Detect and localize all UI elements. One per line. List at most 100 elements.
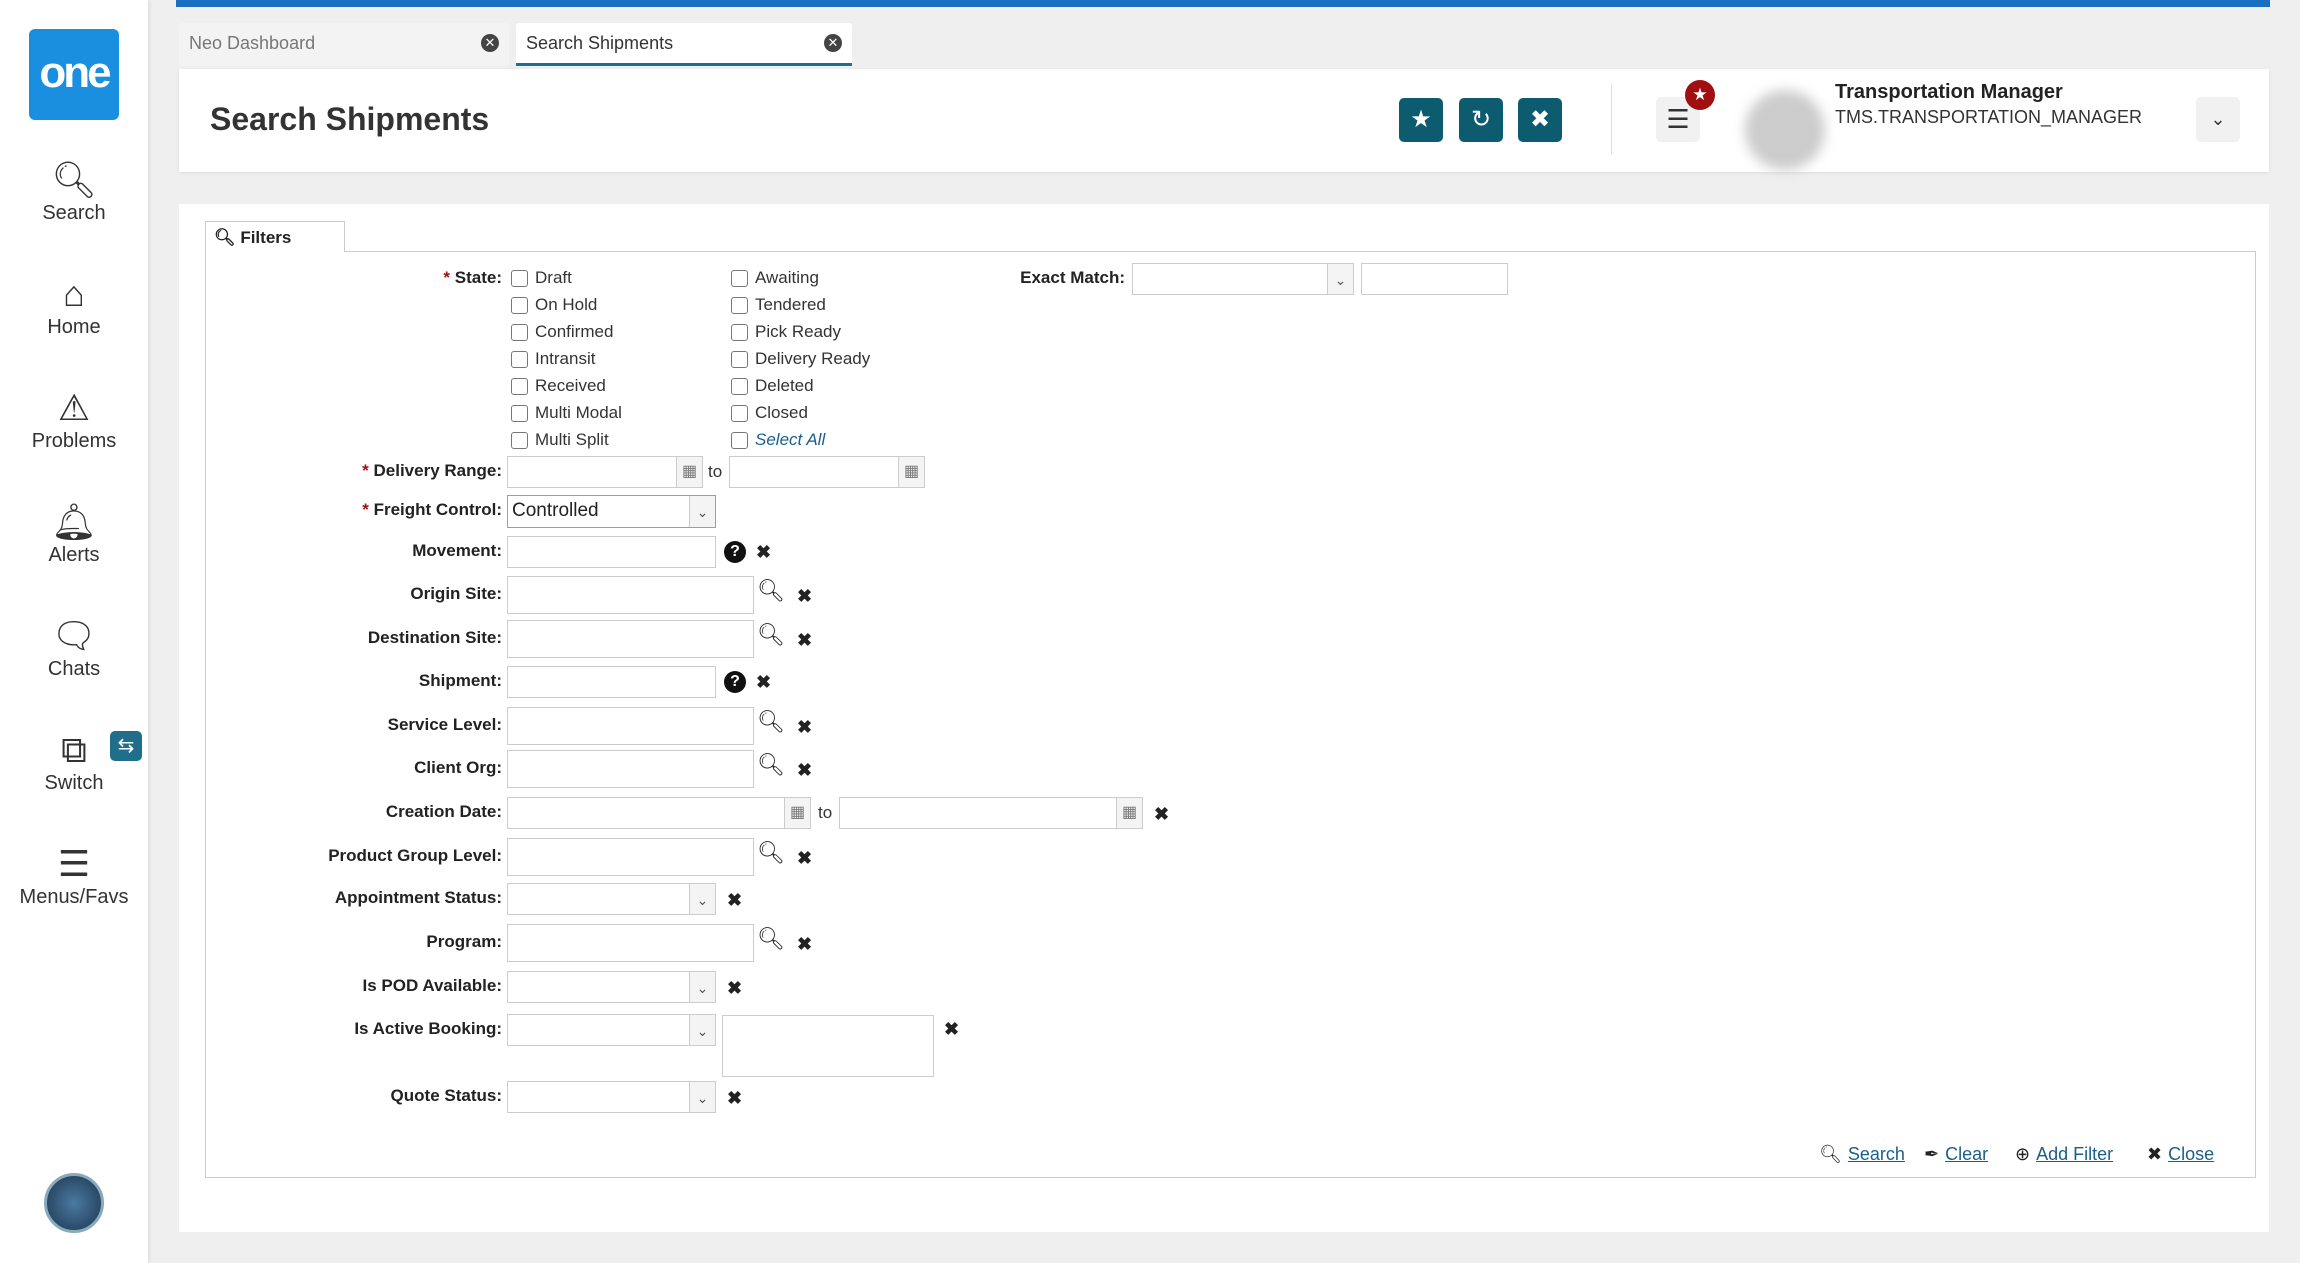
add-filter-link[interactable]: ⊕ Add Filter — [2015, 1144, 2113, 1165]
state-option-label: Intransit — [535, 349, 596, 368]
search-link[interactable]: 🔍︎ Search — [1819, 1144, 1905, 1165]
destination-site-input[interactable] — [507, 620, 754, 658]
state-option-label: Delivery Ready — [755, 349, 871, 368]
clear-link[interactable]: ✒ Clear — [1924, 1144, 1988, 1165]
lookup-magnifier-icon[interactable]: 🔍︎ — [757, 752, 785, 778]
product-group-level-input[interactable] — [507, 838, 754, 876]
clear-field-icon[interactable]: ✖ — [756, 542, 771, 563]
clear-field-icon[interactable]: ✖ — [797, 848, 812, 869]
page-title: Search Shipments — [210, 101, 490, 137]
clear-field-icon[interactable]: ✖ — [727, 890, 742, 911]
appointment-status-select[interactable]: ⌄ — [507, 883, 716, 915]
is-active-booking-select[interactable]: ⌄ — [507, 1014, 716, 1046]
close-icon: ✖ — [2147, 1144, 2163, 1164]
state-checkbox[interactable] — [511, 432, 528, 449]
clear-field-icon[interactable]: ✖ — [797, 586, 812, 607]
client-org-input[interactable] — [507, 750, 754, 788]
lookup-magnifier-icon[interactable]: 🔍︎ — [757, 578, 785, 604]
quote-status-label: Quote Status: — [390, 1086, 502, 1105]
tab-label: Search Shipments — [526, 33, 674, 53]
user-dropdown-button[interactable]: ⌄ — [2196, 97, 2240, 142]
chevron-down-icon: ⌄ — [689, 972, 715, 1002]
clear-field-icon[interactable]: ✖ — [727, 1088, 742, 1109]
switch-arrows-icon[interactable]: ⇆ — [110, 731, 142, 761]
sidebar-item-alerts[interactable]: 🔔︎ Alerts — [0, 500, 148, 567]
clear-field-icon[interactable]: ✖ — [944, 1019, 959, 1040]
shipment-input[interactable] — [507, 666, 716, 698]
calendar-icon[interactable]: ▦ — [898, 457, 924, 487]
lookup-magnifier-icon[interactable]: 🔍︎ — [757, 622, 785, 648]
sidebar-item-search[interactable]: 🔍︎ Search — [0, 158, 148, 225]
calendar-icon[interactable]: ▦ — [784, 798, 810, 828]
tab-search-shipments[interactable]: Search Shipments ✕ — [516, 23, 852, 66]
user-avatar[interactable] — [44, 1173, 104, 1233]
refresh-icon: ↻ — [1470, 106, 1492, 133]
sidebar-item-chats[interactable]: 🗨︎ Chats — [0, 614, 148, 681]
one-logo[interactable]: one — [29, 29, 119, 120]
exact-match-input[interactable] — [1361, 263, 1508, 295]
state-checkbox[interactable] — [511, 297, 528, 314]
state-checkbox[interactable] — [731, 378, 748, 395]
calendar-icon[interactable]: ▦ — [1116, 798, 1142, 828]
clear-field-icon[interactable]: ✖ — [797, 717, 812, 738]
exact-match-select[interactable]: ⌄ — [1132, 263, 1354, 295]
delivery-range-to-input[interactable]: ▦ — [729, 456, 925, 488]
lookup-magnifier-icon[interactable]: 🔍︎ — [757, 709, 785, 735]
favorite-button[interactable]: ★ — [1399, 98, 1443, 142]
creation-date-from-input[interactable]: ▦ — [507, 797, 811, 829]
calendar-icon[interactable]: ▦ — [676, 457, 702, 487]
sidebar-item-problems[interactable]: ⚠︎ Problems — [0, 386, 148, 453]
origin-site-input[interactable] — [507, 576, 754, 614]
movement-input[interactable] — [507, 536, 716, 568]
refresh-button[interactable]: ↻ — [1459, 98, 1503, 142]
favorites-badge-star-icon[interactable]: ★ — [1685, 80, 1715, 110]
state-option-label: Multi Split — [535, 430, 609, 449]
delivery-range-label: * Delivery Range: — [362, 461, 502, 480]
close-page-button[interactable]: ✖ — [1518, 98, 1562, 142]
is-pod-available-label: Is POD Available: — [362, 976, 502, 995]
search-icon: 🔍︎ — [214, 228, 236, 247]
state-option-label: On Hold — [535, 295, 598, 314]
state-checkbox[interactable] — [511, 270, 528, 287]
state-checkbox[interactable] — [731, 270, 748, 287]
sidebar-item-home[interactable]: ⌂ Home — [0, 272, 148, 339]
state-checkbox[interactable] — [731, 324, 748, 341]
creation-date-to-input[interactable]: ▦ — [839, 797, 1143, 829]
select-all-checkbox[interactable] — [731, 432, 748, 449]
help-icon[interactable]: ? — [724, 541, 746, 563]
freight-control-select[interactable]: Controlled ⌄ — [507, 495, 716, 528]
filters-tab[interactable]: 🔍︎ Filters — [205, 221, 345, 252]
lookup-magnifier-icon[interactable]: 🔍︎ — [757, 840, 785, 866]
sidebar-item-label: Switch — [44, 772, 104, 794]
lookup-magnifier-icon[interactable]: 🔍︎ — [757, 926, 785, 952]
help-icon[interactable]: ? — [724, 671, 746, 693]
quote-status-select[interactable]: ⌄ — [507, 1081, 716, 1113]
service-level-input[interactable] — [507, 707, 754, 745]
is-pod-available-select[interactable]: ⌄ — [507, 971, 716, 1003]
state-checkbox[interactable] — [731, 405, 748, 422]
state-checkbox[interactable] — [511, 405, 528, 422]
state-checkbox[interactable] — [731, 351, 748, 368]
delivery-range-from-input[interactable]: ▦ — [507, 456, 703, 488]
to-label: to — [708, 462, 723, 481]
state-checkbox[interactable] — [511, 324, 528, 341]
clear-field-icon[interactable]: ✖ — [797, 934, 812, 955]
state-checkbox[interactable] — [511, 378, 528, 395]
warning-icon: ⚠︎ — [57, 387, 91, 428]
sidebar-item-menus-favs[interactable]: ☰ Menus/Favs — [0, 842, 148, 909]
close-link[interactable]: ✖ Close — [2147, 1144, 2214, 1165]
is-active-booking-textarea[interactable] — [722, 1015, 934, 1077]
state-checkbox[interactable] — [731, 297, 748, 314]
program-input[interactable] — [507, 924, 754, 962]
clear-field-icon[interactable]: ✖ — [727, 978, 742, 999]
tab-neo-dashboard[interactable]: Neo Dashboard ✕ — [179, 23, 509, 66]
close-tab-icon[interactable]: ✕ — [481, 34, 499, 52]
search-icon: 🔍︎ — [1819, 1144, 1842, 1164]
clear-field-icon[interactable]: ✖ — [797, 630, 812, 651]
clear-field-icon[interactable]: ✖ — [797, 760, 812, 781]
state-checkbox[interactable] — [511, 351, 528, 368]
clear-field-icon[interactable]: ✖ — [756, 672, 771, 693]
clear-field-icon[interactable]: ✖ — [1154, 804, 1169, 825]
close-tab-icon[interactable]: ✕ — [824, 34, 842, 52]
state-option-label: Deleted — [755, 376, 814, 395]
